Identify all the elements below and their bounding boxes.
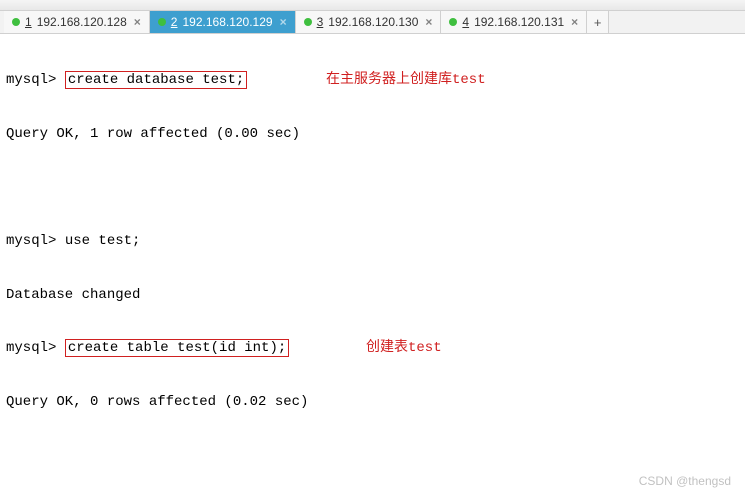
tab-2[interactable]: 2 192.168.120.129 ×: [150, 11, 296, 33]
boxed-command: create table test(id int);: [65, 339, 289, 357]
cmd-line: mysql> create database test; 在主服务器上创建库tes…: [6, 72, 739, 90]
tab-4[interactable]: 4 192.168.120.131 ×: [441, 11, 587, 33]
cmd-line: mysql> use test;: [6, 233, 739, 251]
tab-number: 2: [171, 15, 178, 29]
tab-bar: 1 192.168.120.128 × 2 192.168.120.129 × …: [0, 11, 745, 34]
tab-number: 3: [317, 15, 324, 29]
tab-3[interactable]: 3 192.168.120.130 ×: [296, 11, 442, 33]
toolbar-strip: [0, 0, 745, 11]
tab-1[interactable]: 1 192.168.120.128 ×: [4, 11, 150, 33]
status-dot-icon: [12, 18, 20, 26]
close-icon[interactable]: ×: [571, 15, 578, 29]
tab-label: 192.168.120.128: [37, 15, 127, 29]
output-line: Query OK, 1 row affected (0.00 sec): [6, 126, 739, 144]
status-dot-icon: [304, 18, 312, 26]
tab-label: 192.168.120.130: [328, 15, 418, 29]
status-dot-icon: [158, 18, 166, 26]
add-tab-button[interactable]: +: [587, 11, 609, 33]
annotation: 在主服务器上创建库test: [326, 72, 486, 90]
output-line: Query OK, 0 rows affected (0.02 sec): [6, 394, 739, 412]
mysql-prompt: mysql>: [6, 72, 56, 88]
blank-line: [6, 179, 739, 197]
blank-line: [6, 448, 739, 466]
command-text: use test;: [65, 233, 141, 249]
cmd-line: mysql> create table test(id int);创建表test: [6, 340, 739, 358]
output-line: Database changed: [6, 287, 739, 305]
tab-label: 192.168.120.131: [474, 15, 564, 29]
close-icon[interactable]: ×: [425, 15, 432, 29]
annotation: 创建表test: [366, 340, 442, 358]
close-icon[interactable]: ×: [280, 15, 287, 29]
tab-label: 192.168.120.129: [182, 15, 272, 29]
close-icon[interactable]: ×: [134, 15, 141, 29]
boxed-command: create database test;: [65, 71, 247, 89]
status-dot-icon: [449, 18, 457, 26]
tab-number: 1: [25, 15, 32, 29]
terminal[interactable]: mysql> create database test; 在主服务器上创建库tes…: [0, 34, 745, 500]
watermark: CSDN @thengsd: [639, 474, 731, 488]
tab-number: 4: [462, 15, 469, 29]
